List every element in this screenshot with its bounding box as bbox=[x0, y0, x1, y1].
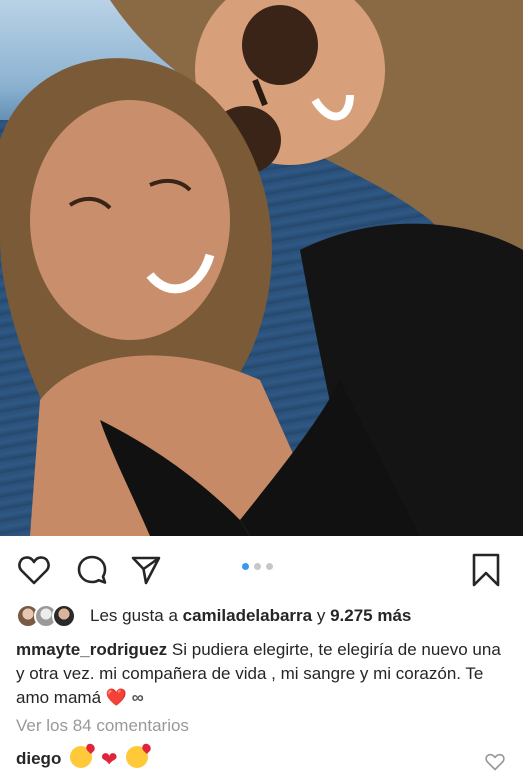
avatar bbox=[52, 604, 76, 628]
comment-username[interactable]: diego bbox=[16, 749, 61, 768]
carousel-dot-active bbox=[242, 563, 249, 570]
comment-like-icon[interactable] bbox=[485, 752, 505, 772]
carousel-indicator bbox=[242, 563, 273, 570]
likes-count[interactable]: 9.275 más bbox=[330, 606, 411, 626]
comment-row: diego ❤ bbox=[16, 746, 149, 772]
bookmark-icon bbox=[472, 553, 500, 587]
liker-avatars bbox=[16, 603, 84, 629]
caption-username[interactable]: mmayte_rodriguez bbox=[16, 640, 167, 659]
infinity-emoji: ∞ bbox=[131, 688, 144, 707]
likes-prefix: Les gusta a bbox=[90, 606, 178, 625]
heart-emoji: ❤️ bbox=[105, 688, 127, 707]
liker-username[interactable]: camiladelabarra bbox=[183, 606, 312, 626]
like-button[interactable] bbox=[16, 552, 52, 588]
likes-joiner: y bbox=[316, 606, 326, 625]
likes-summary[interactable]: Les gusta a camiladelabarra y 9.275 más bbox=[16, 603, 411, 629]
comment-icon bbox=[77, 555, 107, 584]
red-heart-icon: ❤ bbox=[100, 749, 118, 771]
carousel-dot bbox=[266, 563, 273, 570]
post-caption: mmayte_rodriguez Si pudiera elegirte, te… bbox=[16, 638, 511, 710]
share-button[interactable] bbox=[128, 552, 164, 588]
heart-icon bbox=[18, 556, 50, 585]
kissing-face-icon bbox=[70, 746, 93, 768]
carousel-dot bbox=[254, 563, 261, 570]
kissing-face-icon bbox=[126, 746, 149, 768]
send-icon bbox=[131, 556, 161, 585]
photo-subjects bbox=[0, 0, 523, 536]
post-photo[interactable] bbox=[0, 0, 523, 536]
view-comments-link[interactable]: Ver los 84 comentarios bbox=[16, 716, 189, 736]
comment-button[interactable] bbox=[74, 552, 110, 588]
save-button[interactable] bbox=[468, 552, 504, 588]
